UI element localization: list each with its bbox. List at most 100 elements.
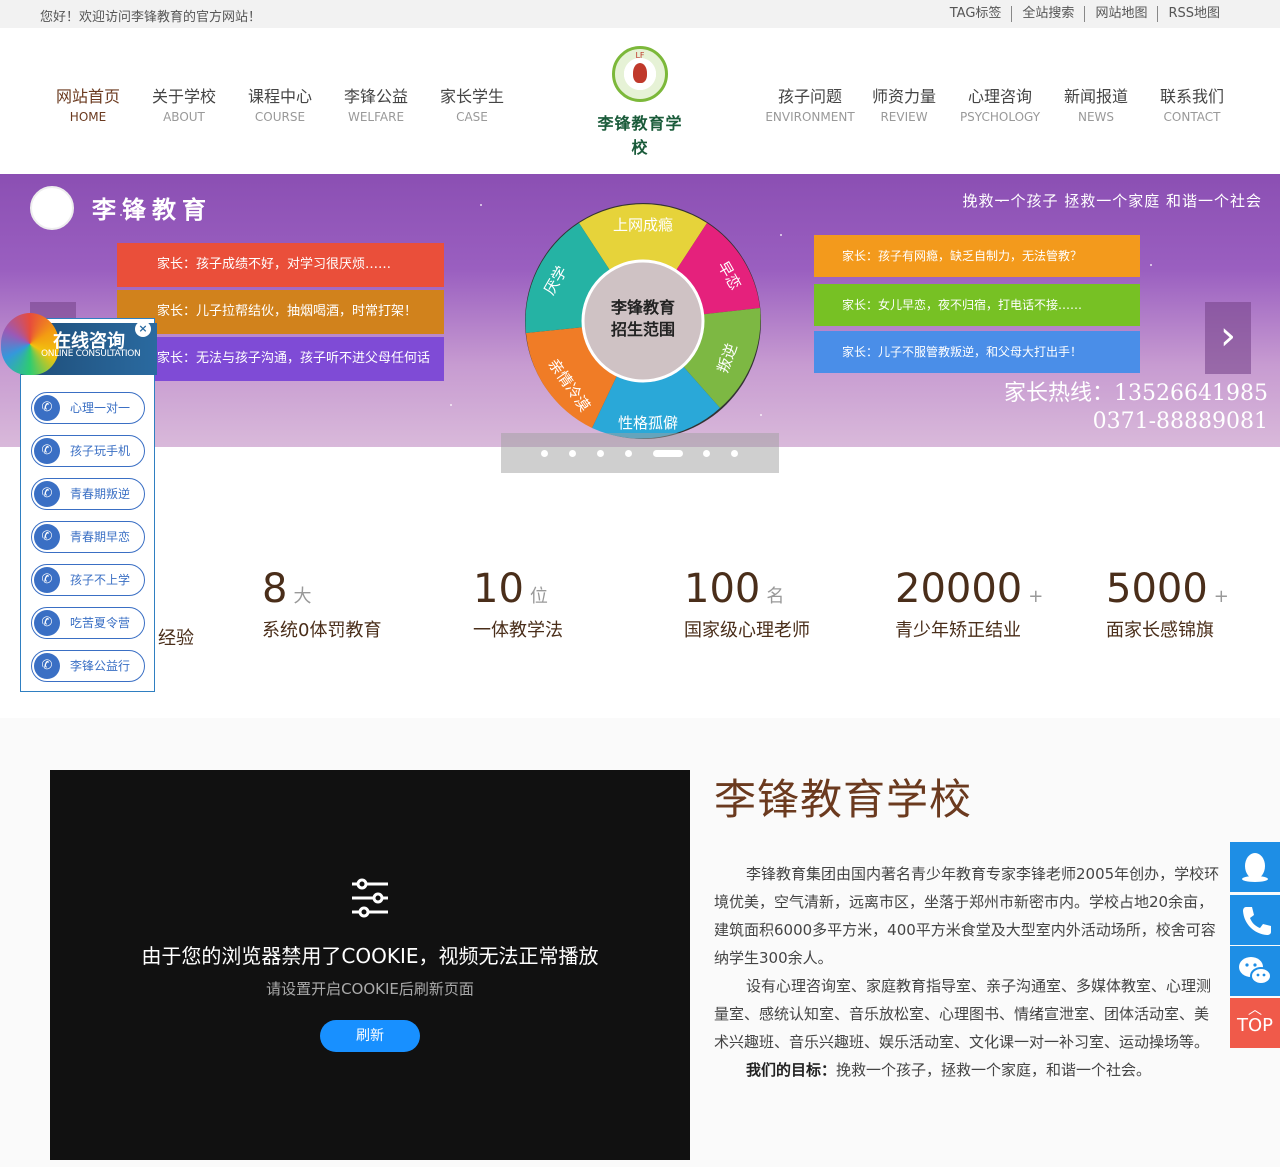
search-link[interactable]: 全站搜索 xyxy=(1011,6,1084,22)
banner-logo xyxy=(30,186,74,230)
consult-item[interactable]: ✆ 心理一对一 xyxy=(31,392,145,424)
consult-item[interactable]: ✆ 孩子玩手机 xyxy=(31,435,145,467)
consult-item-label: 孩子不上学 xyxy=(70,573,131,587)
hotline-number-2: 0371-88889081 xyxy=(1092,409,1268,434)
chat-icon: ✆ xyxy=(34,438,60,464)
refresh-button[interactable]: 刷新 xyxy=(320,1020,420,1052)
stat-number: 10 xyxy=(473,566,524,612)
goal-text: 挽救一个孩子，拯救一个家庭，和谐一个社会。 xyxy=(836,1061,1152,1079)
banner-next-arrow[interactable]: › xyxy=(1205,302,1251,374)
stat-label: 国家级心理老师 xyxy=(684,620,810,641)
tag-link[interactable]: TAG标签 xyxy=(940,6,1012,22)
top-label: TOP xyxy=(1236,1015,1274,1036)
nav-label: 家长学生 xyxy=(439,87,504,106)
slider-dot[interactable] xyxy=(731,450,738,457)
nav-label: 孩子问题 xyxy=(777,87,842,106)
nav-label: 联系我们 xyxy=(1159,87,1224,106)
stat-unit: + xyxy=(1213,586,1229,607)
stat-number: 5000 xyxy=(1106,566,1208,612)
qq-button[interactable] xyxy=(1230,842,1280,892)
nav-about[interactable]: 关于学校 ABOUT xyxy=(136,83,232,124)
wheel-center-line1: 李锋教育 xyxy=(610,298,675,317)
stat-label: 经验 xyxy=(158,628,194,649)
stat-label: 青少年矫正结业 xyxy=(895,620,1021,641)
stat-item: 8 大系统0体罚教育 xyxy=(262,566,381,642)
nav-review[interactable]: 师资力量 REVIEW xyxy=(856,83,952,124)
consult-item[interactable]: ✆ 青春期叛逆 xyxy=(31,478,145,510)
about-paragraph: 李锋教育集团由国内著名青少年教育专家李锋老师2005年创办，学校环境优美，空气清… xyxy=(714,865,1220,967)
video-player[interactable]: 由于您的浏览器禁用了COOKIE，视频无法正常播放 请设置开启COOKIE后刷新… xyxy=(50,770,690,1160)
slider-dot[interactable] xyxy=(597,450,604,457)
phone-button[interactable] xyxy=(1230,895,1280,945)
nav-sublabel: NEWS xyxy=(1077,110,1115,124)
wechat-icon xyxy=(1239,957,1272,985)
sitemap-link[interactable]: 网站地图 xyxy=(1084,6,1157,22)
stat-number: 100 xyxy=(684,566,761,612)
nav-sublabel: HOME xyxy=(69,110,107,124)
stat-number: 20000 xyxy=(895,566,1023,612)
stat-label: 系统0体罚教育 xyxy=(262,620,382,641)
close-icon[interactable]: × xyxy=(135,321,151,337)
hotline-label: 家长热线： xyxy=(1004,381,1115,406)
settings-sliders-icon xyxy=(352,878,388,918)
rss-link[interactable]: RSS地图 xyxy=(1157,6,1230,22)
about-body: 李锋教育集团由国内著名青少年教育专家李锋老师2005年创办，学校环境优美，空气清… xyxy=(714,860,1220,1084)
slider-dot[interactable] xyxy=(569,450,576,457)
nav-sublabel: ENVIRONMENT xyxy=(765,110,855,124)
nav-news[interactable]: 新闻报道 NEWS xyxy=(1048,83,1144,124)
logo-mark: LF xyxy=(635,51,645,60)
problem-box: 家长：儿子不服管教叛逆，和父母大打出手！ xyxy=(814,331,1140,373)
consult-item[interactable]: ✆ 吃苦夏令营 xyxy=(31,607,145,639)
slider-dot-active[interactable] xyxy=(653,450,683,457)
stat-label: 一体教学法 xyxy=(473,620,563,641)
chat-icon: ✆ xyxy=(34,567,60,593)
consult-header: 在线咨询 ONLINE CONSULTATION × xyxy=(1,313,157,375)
nav-psychology[interactable]: 心理咨询 PSYCHOLOGY xyxy=(952,83,1048,124)
nav-sublabel: COURSE xyxy=(254,110,306,124)
wechat-button[interactable] xyxy=(1230,946,1280,996)
nav-contact[interactable]: 联系我们 CONTACT xyxy=(1144,83,1240,124)
top-links: TAG标签 全站搜索 网站地图 RSS地图 xyxy=(940,6,1230,22)
slider-dot[interactable] xyxy=(625,450,632,457)
video-error-hint: 请设置开启COOKIE后刷新页面 xyxy=(266,980,474,998)
video-error-message: 由于您的浏览器禁用了COOKIE，视频无法正常播放 xyxy=(141,944,599,968)
nav-course[interactable]: 课程中心 COURSE xyxy=(232,83,328,124)
hero-banner: 李锋教育 挽救一个孩子 拯救一个家庭 和谐一个社会 家长：孩子成绩不好，对学习很… xyxy=(0,174,1280,447)
wheel-center-line2: 招生范围 xyxy=(611,320,675,339)
online-consult-panel: 在线咨询 ONLINE CONSULTATION × ✆ 心理一对一 ✆ 孩子玩手机… xyxy=(1,313,157,692)
back-to-top-button[interactable]: ︿ TOP xyxy=(1230,998,1280,1048)
hotline: 家长热线：13526641985 0371-88889081 xyxy=(1004,380,1268,436)
consult-item[interactable]: ✆ 孩子不上学 xyxy=(31,564,145,596)
consult-item[interactable]: ✆ 李锋公益行 xyxy=(31,650,145,682)
stat-item: 5000 + 面家长感锦旗 xyxy=(1106,566,1229,642)
logo-emblem: LF xyxy=(612,46,668,102)
slider-dot[interactable] xyxy=(541,450,548,457)
problem-box: 家长：女儿早恋，夜不归宿，打电话不接…… xyxy=(814,284,1140,326)
consult-item-label: 吃苦夏令营 xyxy=(70,616,131,630)
site-logo[interactable]: LF 李锋教育学校 xyxy=(594,46,686,157)
chat-icon: ✆ xyxy=(34,395,60,421)
chat-icon: ✆ xyxy=(34,653,60,679)
chat-icon: ✆ xyxy=(34,610,60,636)
slider-pagination xyxy=(501,433,779,473)
about-title: 李锋教育学校 xyxy=(714,775,973,824)
slider-dot[interactable] xyxy=(703,450,710,457)
problem-box: 家长：无法与孩子沟通，孩子听不进父母任何话 xyxy=(117,337,444,381)
top-bar: 您好！欢迎访问李锋教育的官方网站！ TAG标签 全站搜索 网站地图 RSS地图 xyxy=(0,0,1280,28)
stat-item: 20000 + 青少年矫正结业 xyxy=(895,566,1043,642)
nav-welfare[interactable]: 李锋公益 WELFARE xyxy=(328,83,424,124)
stat-number: 8 xyxy=(262,566,288,612)
problem-box: 家长：孩子成绩不好，对学习很厌烦…… xyxy=(117,243,444,287)
nav-environment[interactable]: 孩子问题 ENVIRONMENT xyxy=(762,83,858,124)
consult-subtitle: ONLINE CONSULTATION xyxy=(41,349,141,359)
nav-label: 师资力量 xyxy=(871,87,936,106)
stats-section: 经验 8 大系统0体罚教育 10 位一体教学法 100 名国家级心理老师 20000 +… xyxy=(0,474,1280,718)
nav-label: 网站首页 xyxy=(55,87,120,106)
stat-unit: 位 xyxy=(529,586,548,607)
consult-item[interactable]: ✆ 青春期早恋 xyxy=(31,521,145,553)
nav-sublabel: WELFARE xyxy=(347,110,405,124)
nav-case[interactable]: 家长学生 CASE xyxy=(424,83,520,124)
logo-text: 李锋教育学校 xyxy=(597,114,683,157)
nav-home[interactable]: 网站首页 HOME xyxy=(40,83,136,124)
wheel-label: 性格孤僻 xyxy=(618,414,678,432)
